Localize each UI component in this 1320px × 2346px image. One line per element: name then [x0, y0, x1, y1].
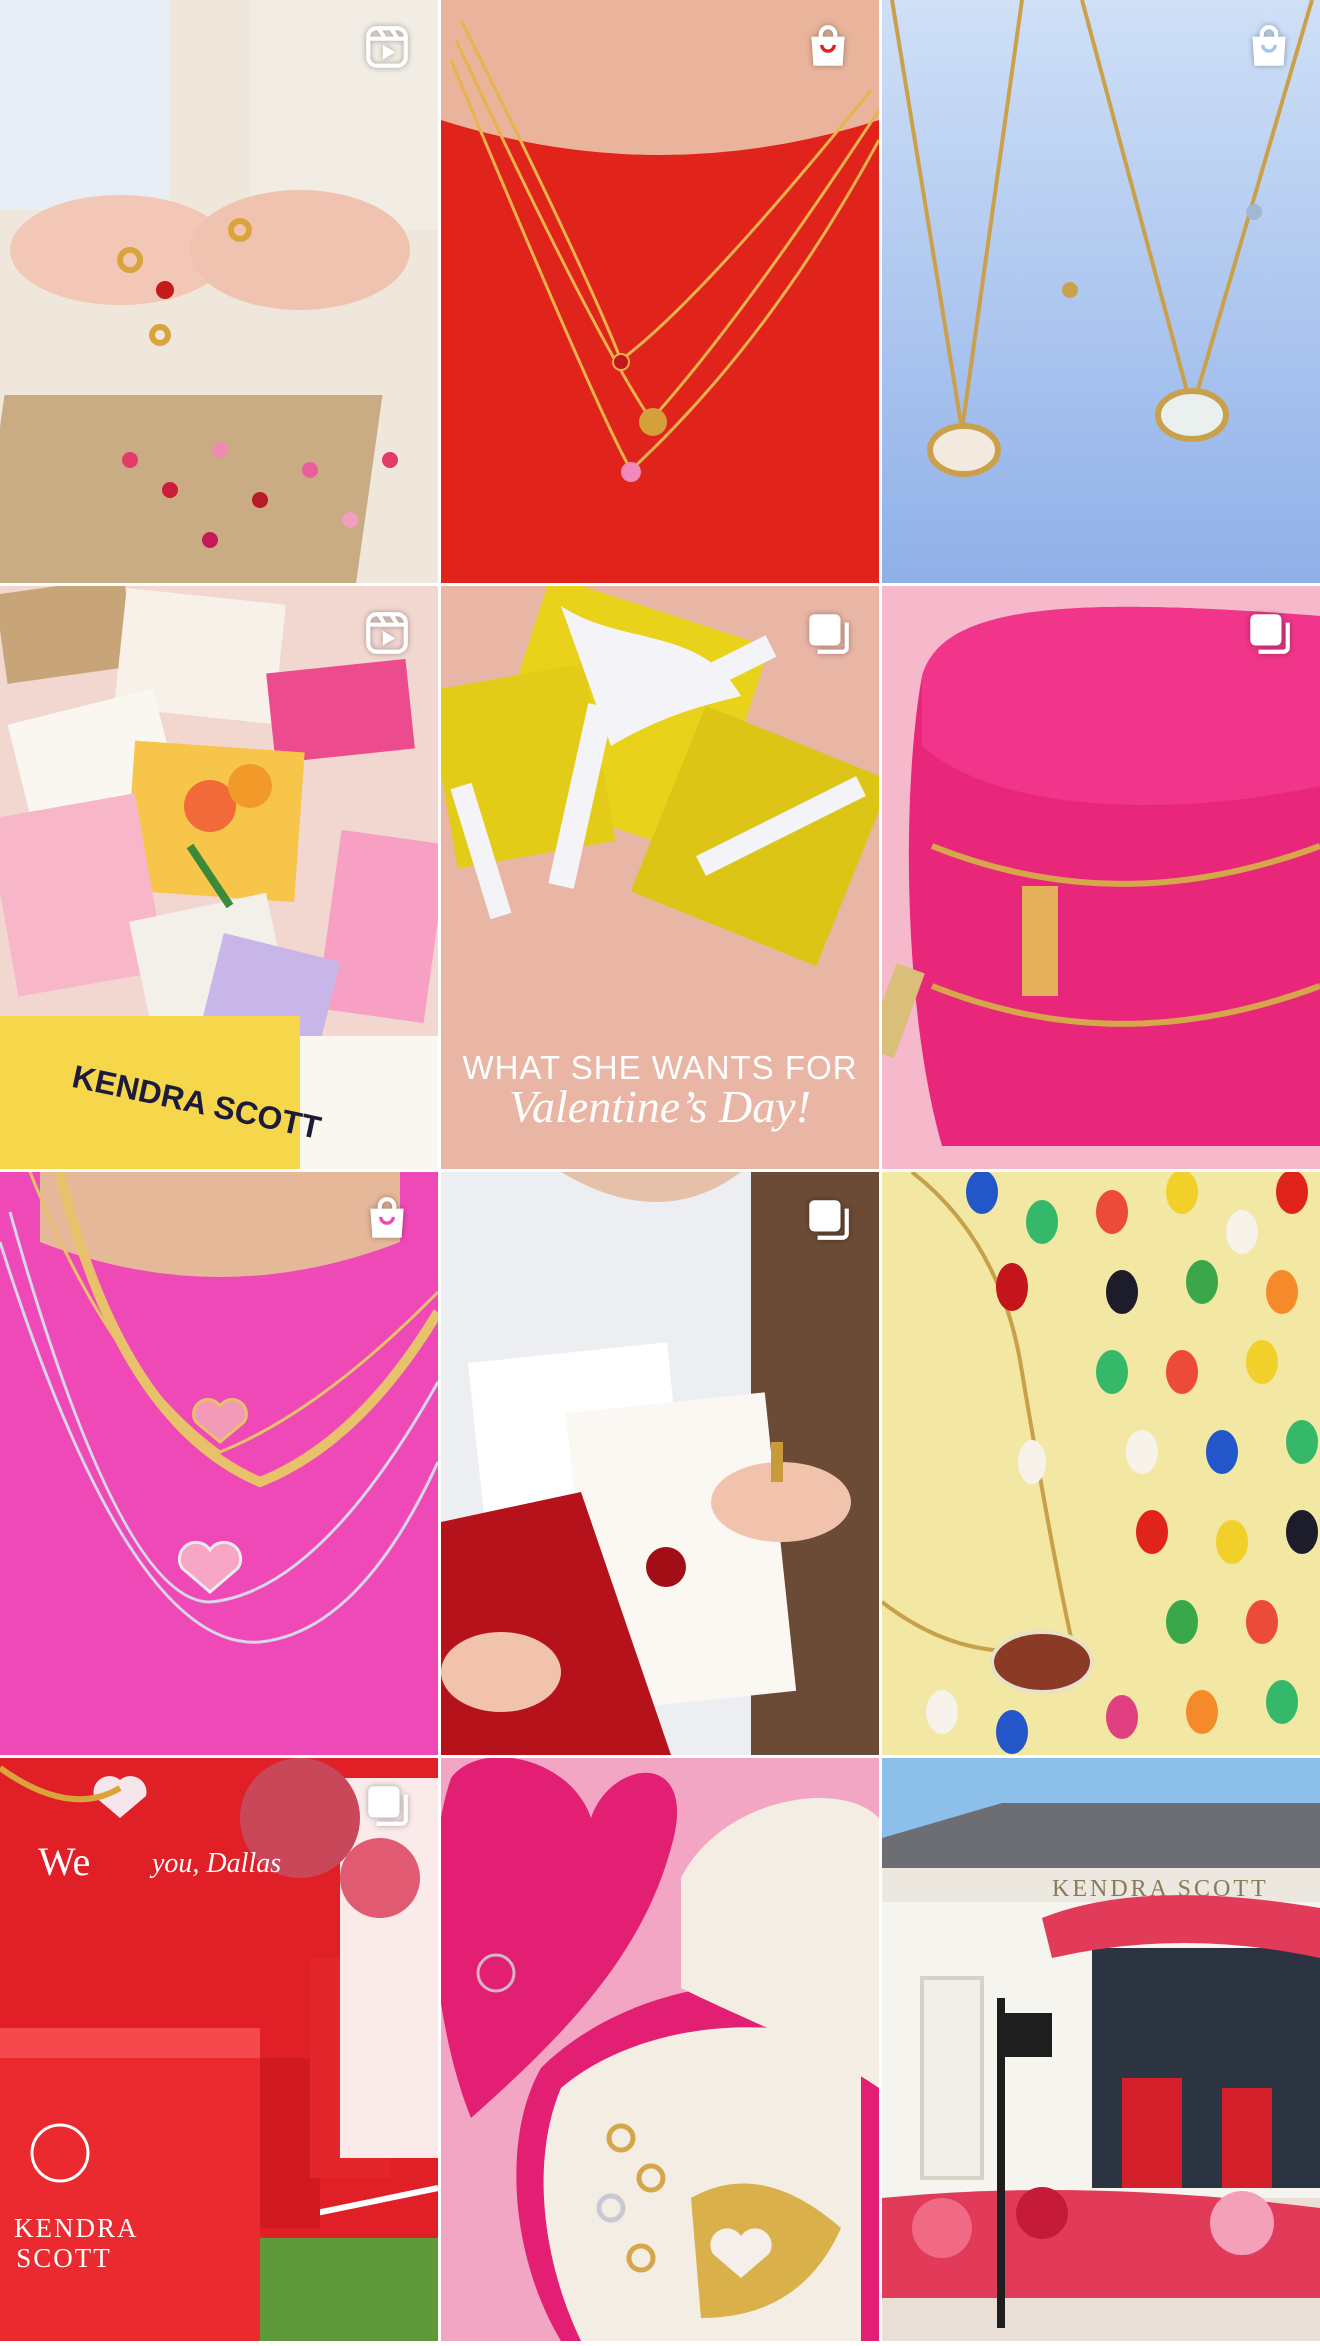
reel-icon	[360, 606, 414, 660]
carousel-icon	[1242, 606, 1296, 660]
post-image	[882, 1172, 1320, 1755]
grid-post-pink-heart-case[interactable]	[882, 586, 1320, 1169]
grid-post-dallas-popup[interactable]: We you, Dallas KENDRA SCOTT	[0, 1758, 438, 2341]
post-image	[882, 586, 1320, 1169]
post-image	[0, 1172, 438, 1755]
grid-post-love-letters[interactable]: KENDRA SCOTT	[0, 586, 438, 1169]
carousel-icon	[801, 606, 855, 660]
media-grid: KENDRA SCOTT WHAT SHE WANTS FOR Valentin…	[0, 0, 1320, 2346]
post-image	[0, 0, 438, 583]
post-image	[882, 1758, 1320, 2341]
grid-post-rings-hands[interactable]	[0, 0, 438, 583]
post-image	[0, 586, 438, 1169]
post-image	[882, 0, 1320, 583]
grid-post-pink-shirt-necklaces[interactable]	[0, 1172, 438, 1755]
sign-script: you, Dallas	[152, 1848, 282, 1879]
post-image	[441, 0, 879, 583]
grid-post-letter-envelope[interactable]	[441, 1172, 879, 1755]
sign-text: We	[38, 1839, 91, 1884]
carousel-icon	[360, 1778, 414, 1832]
grid-post-heart-jewelry-box[interactable]	[441, 1758, 879, 2341]
grid-post-red-sweater-necklaces[interactable]	[441, 0, 879, 583]
grid-post-gift-boxes[interactable]: WHAT SHE WANTS FOR Valentine’s Day!	[441, 586, 879, 1169]
promo-subheadline: Valentine’s Day!	[509, 1081, 811, 1132]
shopping-bag-icon	[801, 20, 855, 74]
store-sign: KENDRA SCOTT	[1052, 1876, 1269, 1902]
counter-logo-text: KENDRA SCOTT	[14, 2213, 139, 2273]
reel-icon	[360, 20, 414, 74]
carousel-icon	[801, 1192, 855, 1246]
shopping-bag-icon	[1242, 20, 1296, 74]
shopping-bag-icon	[360, 1192, 414, 1246]
grid-post-storefront[interactable]: KENDRA SCOTT	[882, 1758, 1320, 2341]
post-image	[441, 1172, 879, 1755]
grid-post-sky-necklaces[interactable]	[882, 0, 1320, 583]
grid-post-football-necklace[interactable]	[882, 1172, 1320, 1755]
post-image	[441, 1758, 879, 2341]
